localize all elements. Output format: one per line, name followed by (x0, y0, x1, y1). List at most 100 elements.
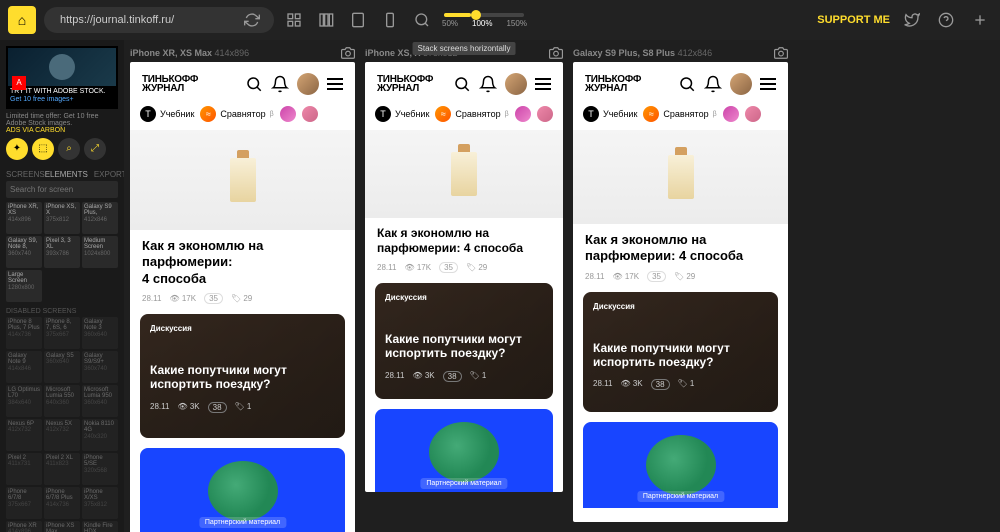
screen-chip-disabled[interactable]: LG Optimus L70384x640 (6, 385, 42, 417)
url-bar[interactable] (44, 7, 274, 33)
columns-icon[interactable] (314, 8, 338, 32)
reload-icon[interactable] (240, 8, 264, 32)
help-icon[interactable] (934, 8, 958, 32)
site-logo[interactable]: ТИНЬКОФФЖУРНАЛ (585, 75, 641, 94)
site-bell-icon[interactable] (704, 75, 722, 93)
screen-search-input[interactable] (6, 181, 118, 198)
screen-chip-disabled[interactable]: iPhone 6/7/8375x667 (6, 487, 42, 519)
nav-sravnyator[interactable]: ≈Сравняторβ (435, 106, 508, 122)
screen-chip[interactable]: iPhone XR, XS414x896 (6, 202, 42, 234)
screen-chip-disabled[interactable]: Nexus 5X412x732 (44, 419, 80, 451)
nav-avatar-1[interactable] (280, 106, 296, 122)
screen-chip-disabled[interactable]: Microsoft Lumia 550640x360 (44, 385, 80, 417)
card3[interactable]: Партнерский материал (583, 422, 778, 508)
search-icon[interactable] (410, 8, 434, 32)
site-menu-icon[interactable] (760, 78, 776, 90)
screen-chip[interactable]: iPhone XS, X375x812 (44, 202, 80, 234)
card2[interactable]: Дискуссия Какие попутчики могутиспортить… (140, 314, 345, 438)
screen-chip-disabled[interactable]: iPhone X/XS375x812 (82, 487, 118, 519)
tool-expand[interactable]: ⤢ (84, 138, 106, 160)
card1-image[interactable] (130, 130, 355, 230)
app-logo[interactable]: ⌂ (8, 6, 36, 34)
screen-chip-disabled[interactable]: Nokia 8110 4G240x320 (82, 419, 118, 451)
nav-sravnyator[interactable]: ≈Сравняторβ (643, 106, 716, 122)
nav-avatar-2[interactable] (745, 106, 761, 122)
zoom-100[interactable]: 100% (472, 19, 492, 28)
zoom-slider[interactable] (444, 13, 524, 17)
screen-chip-disabled[interactable]: iPhone 6/7/8 Plus414x736 (44, 487, 80, 519)
screen-chip-disabled[interactable]: Pixel 2411x731 (6, 453, 42, 485)
site-avatar[interactable] (297, 73, 319, 95)
site-menu-icon[interactable] (535, 78, 551, 90)
zoom-150[interactable]: 150% (506, 19, 526, 28)
screenshot-icon[interactable] (549, 46, 563, 60)
support-link[interactable]: SUPPORT ME (817, 14, 890, 26)
card1-image[interactable] (573, 130, 788, 224)
url-input[interactable] (60, 14, 234, 26)
site-search-icon[interactable] (245, 75, 263, 93)
screen-chip[interactable]: Galaxy S9, Note 8,360x740 (6, 236, 42, 268)
site-logo[interactable]: ТИНЬКОФФЖУРНАЛ (142, 75, 198, 94)
ad-via[interactable]: ADS VIA CARBON (6, 127, 65, 134)
site-menu-icon[interactable] (327, 78, 343, 90)
screen-chip-disabled[interactable]: iPhone XS Max414x896 (44, 521, 80, 532)
screen-chip-disabled[interactable]: Galaxy Note 3360x640 (82, 317, 118, 349)
screen-chip-disabled[interactable]: Galaxy S9/S9+360x740 (82, 351, 118, 383)
carbon-ad[interactable]: A TRY IT WITH ADOBE STOCK. Get 10 free i… (6, 46, 118, 109)
card2[interactable]: Дискуссия Какие попутчики могутиспортить… (375, 283, 553, 399)
card1-image[interactable] (365, 130, 563, 218)
site-avatar[interactable] (505, 73, 527, 95)
tab-elements[interactable]: Elements (45, 170, 88, 179)
card3[interactable]: Партнерский материал (140, 448, 345, 532)
nav-avatar-1[interactable] (723, 106, 739, 122)
card1-title[interactable]: Как я экономлю на парфюмерии:4 способа (142, 238, 343, 287)
card2[interactable]: Дискуссия Какие попутчики могутиспортить… (583, 292, 778, 412)
nav-uchebnik[interactable]: ТУчебник (583, 106, 637, 122)
nav-avatar-1[interactable] (515, 106, 531, 122)
card1-title[interactable]: Как я экономлю на парфюмерии: 4 способа (377, 226, 551, 256)
tool-inspect[interactable]: ⬚ (32, 138, 54, 160)
screen-chip[interactable]: Medium Screen1024x800 (82, 236, 118, 268)
screen-chip-disabled[interactable]: Pixel 2 XL411x823 (44, 453, 80, 485)
screen-chip-disabled[interactable]: Galaxy S5360x640 (44, 351, 80, 383)
screenshot-icon[interactable] (774, 46, 788, 60)
nav-uchebnik[interactable]: ТУчебник (375, 106, 429, 122)
nav-sravnyator[interactable]: ≈Сравняторβ (200, 106, 273, 122)
device-frame[interactable]: ТИНЬКОФФЖУРНАЛ ТУчебник ≈Сравняторβ Как … (365, 62, 563, 492)
device-frame[interactable]: ТИНЬКОФФЖУРНАЛ ТУчебник ≈Сравняторβ Как … (573, 62, 788, 522)
screen-chip-disabled[interactable]: Kindle Fire HDX800x1280 (82, 521, 118, 532)
site-bell-icon[interactable] (479, 75, 497, 93)
ad-cta[interactable]: Get 10 free images+ (10, 96, 114, 104)
nav-avatar-2[interactable] (537, 106, 553, 122)
tablet-icon[interactable] (346, 8, 370, 32)
screen-chip-disabled[interactable]: Nexus 6P412x732 (6, 419, 42, 451)
device-frame[interactable]: ТИНЬКОФФЖУРНАЛ ТУчебник ≈Сравняторβ Как … (130, 62, 355, 532)
card3[interactable]: Партнерский материал (375, 409, 553, 492)
screen-chip-disabled[interactable]: iPhone 8 Plus, 7 Plus414x736 (6, 317, 42, 349)
card1-title[interactable]: Как я экономлю на парфюмерии: 4 способа (585, 232, 776, 265)
screen-chip[interactable]: Galaxy S9 Plus,412x846 (82, 202, 118, 234)
screen-chip-disabled[interactable]: iPhone 5/SE320x568 (82, 453, 118, 485)
screen-chip-disabled[interactable]: iPhone XR414x896 (6, 521, 42, 532)
site-bell-icon[interactable] (271, 75, 289, 93)
screenshot-icon[interactable] (341, 46, 355, 60)
site-logo[interactable]: ТИНЬКОФФЖУРНАЛ (377, 75, 433, 94)
phone-icon[interactable] (378, 8, 402, 32)
add-icon[interactable] (968, 8, 992, 32)
screen-chip-disabled[interactable]: iPhone 8, 7, 6S, 6375x667 (44, 317, 80, 349)
tool-pointer[interactable]: ✦ (6, 138, 28, 160)
tab-export[interactable]: Export/Import (94, 170, 124, 179)
screen-chip-disabled[interactable]: Galaxy Note 9414x846 (6, 351, 42, 383)
site-search-icon[interactable] (678, 75, 696, 93)
site-search-icon[interactable] (453, 75, 471, 93)
nav-uchebnik[interactable]: ТУчебник (140, 106, 194, 122)
zoom-50[interactable]: 50% (442, 19, 458, 28)
twitter-icon[interactable] (900, 8, 924, 32)
screen-chip[interactable]: Large Screen1280x800 (6, 270, 42, 302)
site-avatar[interactable] (730, 73, 752, 95)
tool-search[interactable]: ⌕ (58, 138, 80, 160)
screen-chip-disabled[interactable]: Microsoft Lumia 950360x640 (82, 385, 118, 417)
nav-avatar-2[interactable] (302, 106, 318, 122)
grid-icon[interactable] (282, 8, 306, 32)
screen-chip[interactable]: Pixel 3, 3 XL393x786 (44, 236, 80, 268)
